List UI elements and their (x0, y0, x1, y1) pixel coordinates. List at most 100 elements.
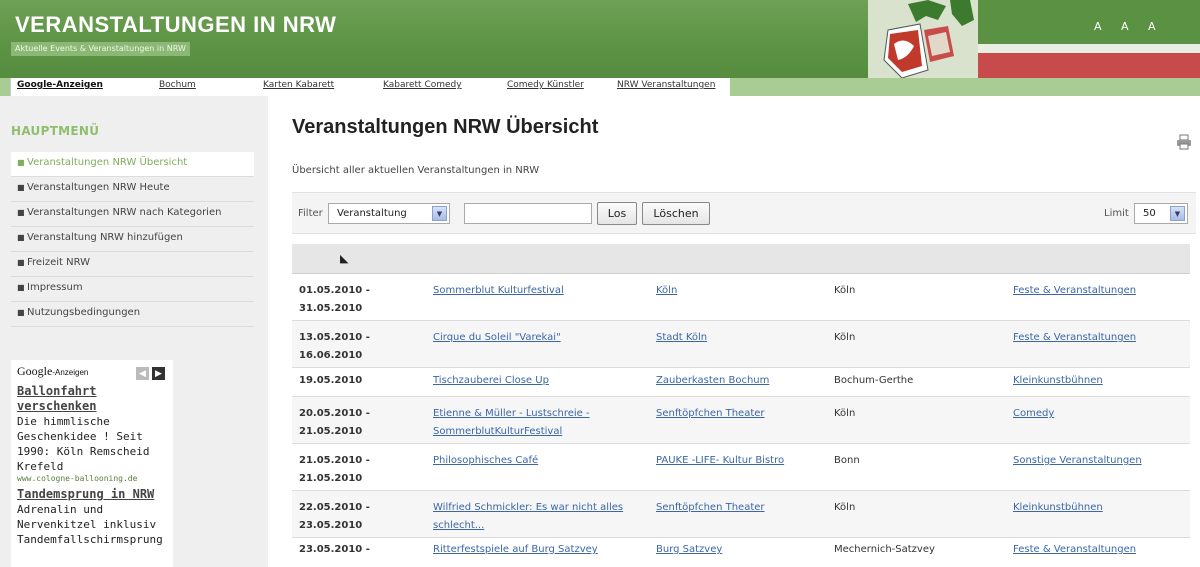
column-header-category[interactable]: Kategorie (1013, 253, 1061, 264)
table-row: 22.05.2010 - 23.05.2010 Wilfried Schmick… (292, 491, 1190, 538)
sidebar: HAUPTMENÜ ■ Veranstaltungen NRW Übersicht… (0, 96, 268, 567)
next-ad-icon[interactable]: ▶ (152, 367, 165, 380)
cell-city: Köln (834, 332, 856, 343)
table-row: 19.05.2010 Tischzauberei Close Up Zauber… (292, 368, 1190, 397)
cell-date: 19.05.2010 (299, 375, 363, 386)
sort-icon[interactable]: ◣ (340, 252, 348, 265)
cell-date: 22.05.2010 - 23.05.2010 (299, 502, 370, 531)
clear-button[interactable]: Löschen (642, 202, 710, 225)
cell-city: Mechernich-Satzvey (834, 544, 935, 555)
bullet-icon: ■ (17, 158, 25, 167)
table-row: 01.05.2010 - 31.05.2010 Sommerblut Kultu… (292, 274, 1190, 321)
adbox-nav: ◀ ▶ (133, 365, 165, 380)
cell-category-link[interactable]: Kleinkunstbühnen (1013, 372, 1188, 390)
menu-item-freizeit[interactable]: ■ Freizeit NRW (11, 252, 254, 277)
cell-event-link[interactable]: Ritterfestspiele auf Burg Satzvey (433, 541, 648, 559)
site-title[interactable]: VERANSTALTUNGEN IN NRW (15, 12, 336, 38)
intro-text: Übersicht aller aktuellen Veranstaltunge… (292, 165, 540, 176)
adbox-header: Google-Anzeigen ◀ ▶ (17, 364, 167, 380)
limit-select[interactable]: 50 ▼ (1134, 203, 1188, 224)
bullet-icon: ■ (17, 283, 25, 292)
cell-category-link[interactable]: Sonstige Veranstaltungen (1013, 452, 1188, 470)
ad-url[interactable]: www.cologne-ballooning.de (17, 474, 167, 483)
ad-links-bar: Google-Anzeigen Bochum Karten Kabarett K… (0, 78, 1200, 96)
cell-event-link[interactable]: Etienne & Müller - Lustschreie - Sommerb… (433, 405, 648, 441)
menu-item-uebersicht[interactable]: ■ Veranstaltungen NRW Übersicht (11, 152, 254, 177)
cell-event-link[interactable]: Cirque du Soleil "Varekai" (433, 329, 648, 347)
cell-category-link[interactable]: Feste & Veranstaltungen (1013, 329, 1188, 347)
column-header-date[interactable]: Datum (299, 253, 333, 264)
table-row: 23.05.2010 - Ritterfestspiele auf Burg S… (292, 538, 1190, 567)
menu-item-kategorien[interactable]: ■ Veranstaltungen NRW nach Kategorien (11, 202, 254, 227)
cell-category-link[interactable]: Feste & Veranstaltungen (1013, 541, 1188, 559)
cell-date: 20.05.2010 - 21.05.2010 (299, 408, 370, 437)
site-header: VERANSTALTUNGEN IN NRW Aktuelle Events &… (0, 0, 1200, 78)
menu-item-impressum[interactable]: ■ Impressum (11, 277, 254, 302)
filter-bar: Filter Veranstaltung ▼ Los Löschen Limit… (292, 192, 1196, 234)
go-button[interactable]: Los (597, 202, 637, 225)
cell-venue-link[interactable]: PAUKE -LIFE- Kultur Bistro (656, 452, 826, 470)
cell-category-link[interactable]: Kleinkunstbühnen (1013, 499, 1188, 517)
google-brand-suffix: -Anzeigen (52, 368, 89, 377)
table-row: 13.05.2010 - 16.06.2010 Cirque du Soleil… (292, 321, 1190, 368)
font-size-controls[interactable]: A A A (1094, 20, 1164, 33)
ad-link-nrw-veranstaltungen[interactable]: NRW Veranstaltungen (617, 80, 715, 90)
menu-item-hinzufuegen[interactable]: ■ Veranstaltung NRW hinzufügen (11, 227, 254, 252)
bullet-icon: ■ (17, 233, 25, 242)
page-title: Veranstaltungen NRW Übersicht (292, 116, 599, 138)
ad-links-container: Google-Anzeigen Bochum Karten Kabarett K… (10, 78, 730, 96)
events-table: Datum ◣ Veranstaltung Veranstaltungsort … (292, 244, 1190, 567)
cell-event-link[interactable]: Sommerblut Kulturfestival (433, 282, 648, 300)
cell-venue-link[interactable]: Burg Satzvey (656, 541, 826, 559)
prev-ad-icon[interactable]: ◀ (136, 367, 149, 380)
menu-item-heute[interactable]: ■ Veranstaltungen NRW Heute (11, 177, 254, 202)
table-row: 21.05.2010 - 21.05.2010 Philosophisches … (292, 444, 1190, 491)
ad-title[interactable]: Ballonfahrt verschenken (17, 384, 167, 414)
ad-link-bochum[interactable]: Bochum (159, 80, 196, 90)
ad-link-kabarett-comedy[interactable]: Kabarett Comedy (383, 80, 462, 90)
google-ads-label: Google-Anzeigen (17, 80, 103, 90)
menu-item-nutzungsbedingungen[interactable]: ■ Nutzungsbedingungen (11, 302, 254, 327)
cell-date: 21.05.2010 - 21.05.2010 (299, 455, 370, 484)
ad-item[interactable]: Tandemsprung in NRW Adrenalin und Nerven… (17, 487, 167, 547)
cell-category-link[interactable]: Feste & Veranstaltungen (1013, 282, 1188, 300)
limit-label: Limit (1104, 208, 1129, 219)
nrw-crest-logo (868, 0, 978, 78)
ad-link-comedy-kuenstler[interactable]: Comedy Künstler (507, 80, 584, 90)
cell-venue-link[interactable]: Senftöpfchen Theater (656, 499, 826, 517)
bullet-icon: ■ (17, 208, 25, 217)
table-body: 01.05.2010 - 31.05.2010 Sommerblut Kultu… (292, 274, 1190, 567)
cell-category-link[interactable]: Comedy (1013, 405, 1188, 423)
cell-date: 23.05.2010 - (299, 544, 370, 555)
ad-text: Adrenalin und Nervenkitzel inklusiv Tand… (17, 503, 163, 546)
cell-city: Bochum-Gerthe (834, 375, 914, 386)
ad-text: Die himmlische Geschenkidee ! Seit 1990:… (17, 415, 150, 473)
cell-venue-link[interactable]: Köln (656, 282, 826, 300)
column-header-venue[interactable]: Veranstaltungsort (656, 253, 745, 264)
ad-item[interactable]: Ballonfahrt verschenken Die himmlische G… (17, 384, 167, 483)
ad-link-karten-kabarett[interactable]: Karten Kabarett (263, 80, 334, 90)
cell-venue-link[interactable]: Zauberkasten Bochum (656, 372, 826, 390)
cell-event-link[interactable]: Philosophisches Café (433, 452, 648, 470)
cell-event-link[interactable]: Wilfried Schmickler: Es war nicht alles … (433, 499, 648, 535)
cell-event-link[interactable]: Tischzauberei Close Up (433, 372, 648, 390)
ad-title[interactable]: Tandemsprung in NRW (17, 487, 167, 502)
cell-city: Köln (834, 408, 856, 419)
crest-image (868, 0, 978, 78)
flag-stripe-white (978, 44, 1200, 53)
cell-venue-link[interactable]: Stadt Köln (656, 329, 826, 347)
cell-date: 01.05.2010 - 31.05.2010 (299, 285, 370, 314)
flag-stripe-red (978, 53, 1200, 78)
bullet-icon: ■ (17, 183, 25, 192)
google-brand: Google (17, 364, 53, 378)
filter-type-select[interactable]: Veranstaltung ▼ (328, 203, 450, 224)
cell-date: 13.05.2010 - 16.06.2010 (299, 332, 370, 361)
column-header-event[interactable]: Veranstaltung (433, 253, 503, 264)
chevron-down-icon: ▼ (432, 206, 447, 221)
filter-search-input[interactable] (464, 203, 592, 224)
print-icon[interactable] (1176, 134, 1192, 150)
cell-venue-link[interactable]: Senftöpfchen Theater (656, 405, 826, 423)
table-row: 20.05.2010 - 21.05.2010 Etienne & Müller… (292, 397, 1190, 444)
column-header-city[interactable]: Stadt (834, 253, 861, 264)
filter-label: Filter (298, 208, 323, 219)
